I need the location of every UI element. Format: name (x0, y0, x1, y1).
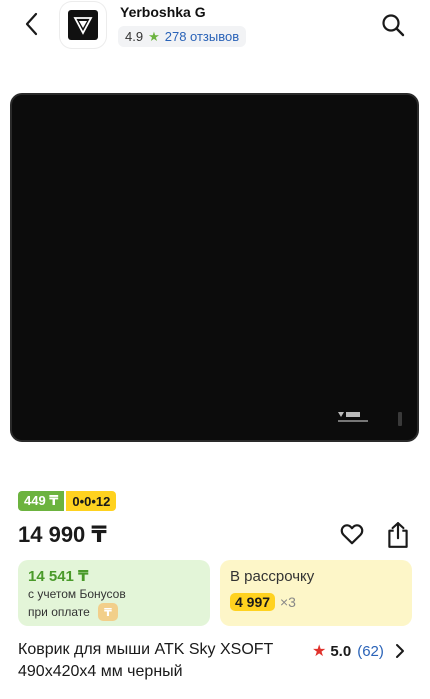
bonus-caption-line1: с учетом Бонусов (28, 587, 126, 601)
heart-icon (340, 524, 364, 545)
installment-amount: 4 997 (230, 593, 276, 611)
pad-tag (398, 412, 402, 426)
installment-times: ×3 (280, 594, 296, 610)
shop-logo[interactable] (60, 2, 106, 48)
shop-rating-pill[interactable]: 4.9 ★ 278 отзывов (118, 26, 247, 47)
search-button[interactable] (378, 10, 408, 40)
header: Yerboshka G 4.9 ★ 278 отзывов (0, 0, 430, 52)
price-badges: 449 ₸ 0•0•12 (18, 491, 117, 511)
search-icon (382, 14, 405, 37)
installment-title: В рассрочку (230, 568, 315, 585)
coin-icon: ₸ (98, 603, 118, 621)
star-icon: ★ (148, 28, 160, 44)
price-badge-green: 449 ₸ (18, 491, 65, 511)
chevron-right-icon[interactable] (394, 643, 406, 659)
product-title-line2: 490x420x4 мм черный (18, 663, 183, 680)
back-arrow-icon (25, 12, 38, 36)
share-button[interactable] (385, 521, 411, 549)
bonus-price: 14 541 ₸ (28, 568, 89, 585)
shop-name[interactable]: Yerboshka G (120, 4, 206, 20)
product-price: 14 990 ₸ (18, 522, 107, 547)
product-reviews-count[interactable]: (62) (357, 643, 384, 660)
installment-badge: 0•0•12 (66, 491, 117, 511)
product-rating-score: 5.0 (330, 642, 352, 660)
installment-card[interactable]: В рассрочку 4 997 ×3 (220, 560, 412, 626)
shop-logo-mark (68, 10, 98, 40)
atk-logo-mark (338, 412, 368, 422)
back-button[interactable] (18, 10, 46, 38)
product-title-line1: Коврик для мыши ATK Sky XSOFT (18, 641, 274, 658)
bonus-price-card[interactable]: 14 541 ₸ с учетом Бонусов при оплате ₸ (18, 560, 210, 626)
shop-reviews-link[interactable]: 278 отзывов (165, 29, 239, 44)
shop-rating-score: 4.9 (125, 29, 144, 44)
product-rating[interactable]: ★ 5.0 (62) (312, 641, 406, 661)
product-image[interactable] (10, 93, 419, 442)
star-icon: ★ (312, 643, 327, 660)
bonus-caption-line2: при оплате (28, 605, 90, 619)
share-icon (388, 522, 408, 548)
favorite-button[interactable] (339, 521, 365, 547)
